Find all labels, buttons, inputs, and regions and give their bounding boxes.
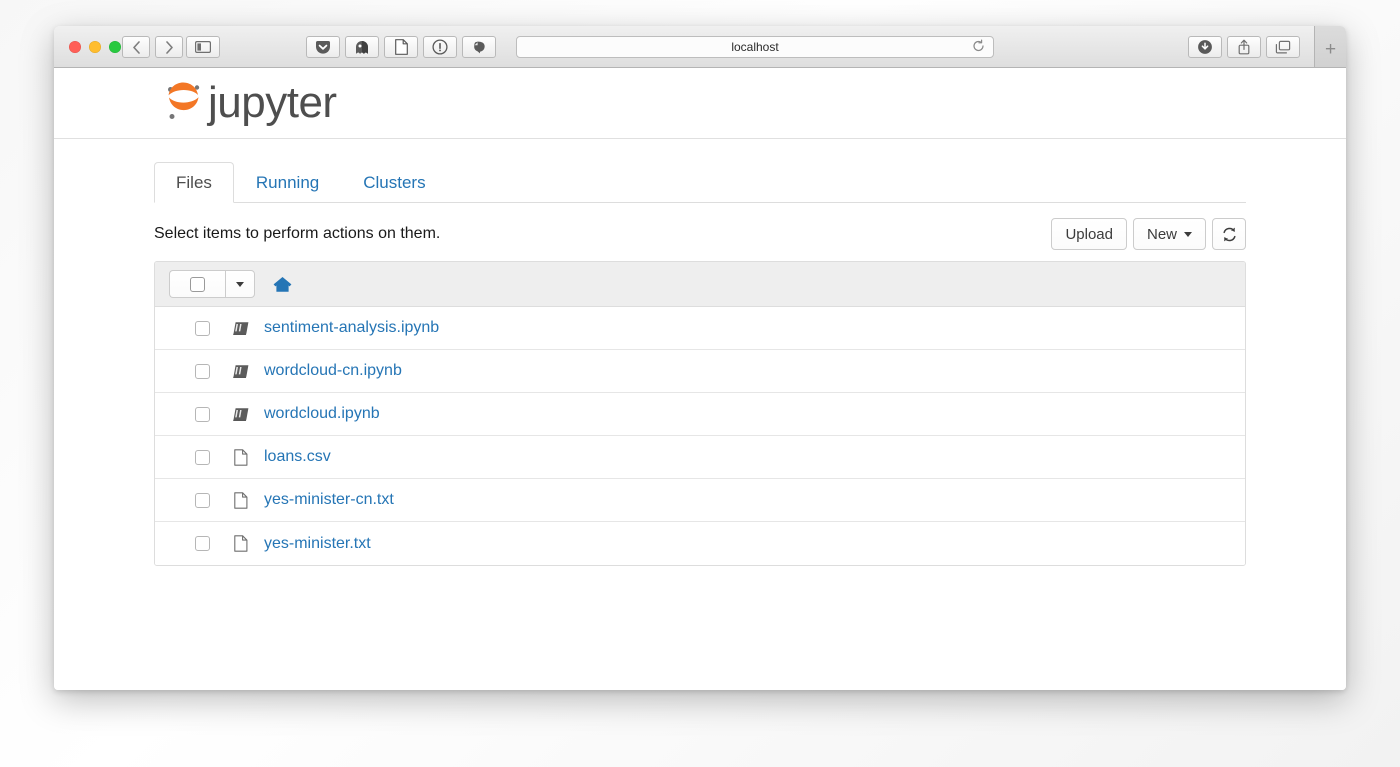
- download-circle-icon: [1197, 39, 1213, 55]
- address-bar[interactable]: localhost: [516, 36, 994, 58]
- file-name-link[interactable]: loans.csv: [264, 448, 331, 466]
- file-name-link[interactable]: wordcloud.ipynb: [264, 405, 380, 423]
- checkbox-box-icon: [190, 277, 205, 292]
- home-breadcrumb-icon: [273, 276, 292, 293]
- jupyter-logo-text: jupyter: [208, 81, 337, 125]
- select-all-dropdown[interactable]: [225, 270, 255, 298]
- row-checkbox[interactable]: [195, 407, 210, 422]
- navigation-buttons: [122, 36, 183, 58]
- file-page-icon: [234, 535, 248, 552]
- page-icon: [395, 39, 408, 55]
- action-buttons: Upload New: [1051, 218, 1246, 250]
- upload-button[interactable]: Upload: [1051, 218, 1127, 250]
- selection-hint: Select items to perform actions on them.: [154, 225, 440, 243]
- share-button[interactable]: [1227, 36, 1261, 58]
- minimize-window-button[interactable]: [89, 41, 101, 53]
- refresh-button[interactable]: [1212, 218, 1246, 250]
- sidebar-icon: [195, 41, 211, 53]
- refresh-icon: [1221, 226, 1238, 243]
- tab-files[interactable]: Files: [154, 162, 234, 203]
- elephant-icon: [472, 40, 487, 55]
- new-tab-label: +: [1325, 39, 1336, 61]
- browser-window: localhost: [54, 26, 1346, 690]
- new-dropdown-label: New: [1147, 226, 1177, 243]
- page-content: jupyter Files Running Clusters Select it…: [54, 68, 1346, 690]
- tab-clusters[interactable]: Clusters: [341, 162, 447, 203]
- file-name-link[interactable]: yes-minister-cn.txt: [264, 491, 394, 509]
- share-icon: [1237, 39, 1251, 55]
- file-page-icon: [234, 449, 248, 466]
- show-tabs-button[interactable]: [1266, 36, 1300, 58]
- forward-button[interactable]: [155, 36, 183, 58]
- table-row[interactable]: sentiment-analysis.ipynb: [155, 307, 1245, 350]
- row-checkbox[interactable]: [195, 364, 210, 379]
- instapaper-extension-button[interactable]: [423, 36, 457, 58]
- notebook-book-icon: [232, 364, 250, 379]
- chevron-left-icon: [132, 41, 141, 54]
- home-icon[interactable]: [273, 276, 292, 293]
- file-name-link[interactable]: wordcloud-cn.ipynb: [264, 362, 402, 380]
- file-icon: [231, 449, 251, 466]
- file-name-link[interactable]: sentiment-analysis.ipynb: [264, 319, 439, 337]
- row-checkbox[interactable]: [195, 493, 210, 508]
- close-window-button[interactable]: [69, 41, 81, 53]
- notebook-book-icon: [232, 321, 250, 336]
- jupyter-header: jupyter: [54, 68, 1346, 139]
- tab-running-label: Running: [256, 173, 319, 192]
- table-row[interactable]: wordcloud.ipynb: [155, 393, 1245, 436]
- reload-icon: [972, 40, 985, 53]
- address-text: localhost: [731, 40, 778, 54]
- pocket-icon: [315, 40, 331, 55]
- file-icon: [231, 492, 251, 509]
- chevron-right-icon: [165, 41, 174, 54]
- jupyter-container: Files Running Clusters Select items to p…: [54, 162, 1346, 566]
- file-list: sentiment-analysis.ipynb wordcloud-cn.ip…: [154, 261, 1246, 566]
- new-tab-button[interactable]: +: [1314, 26, 1346, 68]
- file-page-icon: [234, 492, 248, 509]
- jupyter-logo-icon: [164, 81, 204, 125]
- downloads-button[interactable]: [1188, 36, 1222, 58]
- file-list-header: [155, 262, 1245, 307]
- file-icon: [231, 535, 251, 552]
- table-row[interactable]: loans.csv: [155, 436, 1245, 479]
- upload-button-label: Upload: [1065, 226, 1113, 243]
- extension-buttons: [306, 36, 496, 58]
- file-name-link[interactable]: yes-minister.txt: [264, 535, 371, 553]
- jupyter-logo[interactable]: jupyter: [164, 81, 337, 125]
- main-tabs: Files Running Clusters: [154, 162, 1246, 203]
- browser-right-buttons: [1188, 36, 1300, 58]
- notebook-icon: [231, 364, 251, 379]
- table-row[interactable]: yes-minister.txt: [155, 522, 1245, 565]
- notebook-icon: [231, 407, 251, 422]
- info-circle-icon: [432, 39, 448, 55]
- zoom-window-button[interactable]: [109, 41, 121, 53]
- row-checkbox[interactable]: [195, 536, 210, 551]
- new-dropdown-button[interactable]: New: [1133, 218, 1206, 250]
- reload-button[interactable]: [972, 40, 985, 55]
- tabs-icon: [1275, 40, 1291, 55]
- tab-running[interactable]: Running: [234, 162, 341, 203]
- table-row[interactable]: wordcloud-cn.ipynb: [155, 350, 1245, 393]
- readability-extension-button[interactable]: [384, 36, 418, 58]
- table-row[interactable]: yes-minister-cn.txt: [155, 479, 1245, 522]
- sidebar-toggle-button[interactable]: [186, 36, 220, 58]
- browser-toolbar: localhost: [54, 26, 1346, 68]
- evernote-extension-button[interactable]: [462, 36, 496, 58]
- notebook-icon: [231, 321, 251, 336]
- select-all-checkbox[interactable]: [169, 270, 225, 298]
- row-checkbox[interactable]: [195, 450, 210, 465]
- pocket-extension-button[interactable]: [306, 36, 340, 58]
- notebook-book-icon: [232, 407, 250, 422]
- chevron-down-icon: [236, 282, 244, 287]
- notebook-action-bar: Select items to perform actions on them.…: [154, 217, 1246, 251]
- ghostery-extension-button[interactable]: [345, 36, 379, 58]
- row-checkbox[interactable]: [195, 321, 210, 336]
- tab-files-label: Files: [176, 173, 212, 192]
- back-button[interactable]: [122, 36, 150, 58]
- tab-clusters-label: Clusters: [363, 173, 425, 192]
- ghost-icon: [354, 40, 370, 55]
- chevron-down-icon: [1184, 232, 1192, 237]
- select-all-group: [169, 270, 255, 298]
- window-controls: [69, 41, 121, 53]
